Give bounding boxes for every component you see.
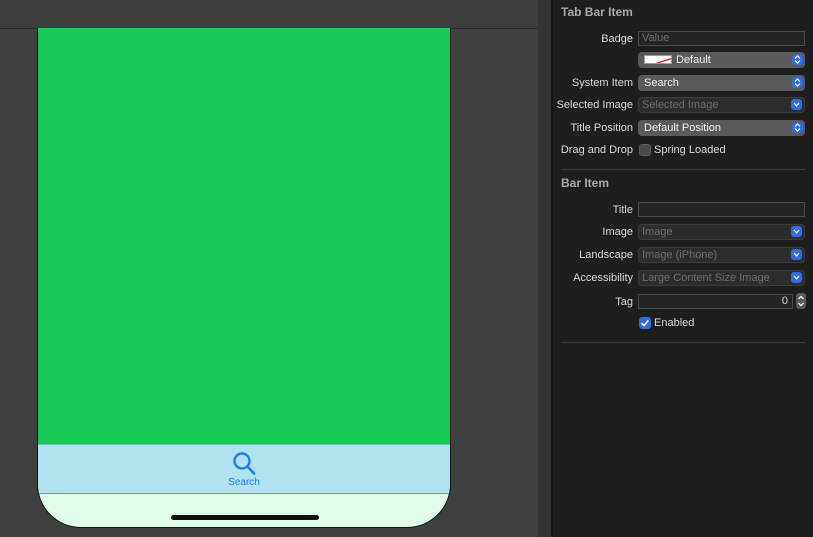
- landscape-placeholder: Image (iPhone): [642, 249, 718, 261]
- spring-loaded-checkbox[interactable]: [639, 144, 651, 156]
- enabled-label[interactable]: Enabled: [654, 317, 694, 329]
- image-placeholder: Image: [642, 226, 673, 238]
- canvas-scroll-gutter: [538, 0, 552, 537]
- system-item-popup[interactable]: Search: [638, 75, 805, 91]
- chevron-down-icon: [791, 99, 802, 110]
- badge-input[interactable]: Value: [638, 31, 805, 46]
- chevron-down-icon: [791, 226, 802, 237]
- accessibility-label: Accessibility: [573, 272, 633, 284]
- badge-label: Badge: [601, 33, 633, 45]
- tag-stepper[interactable]: [796, 293, 806, 309]
- landscape-label: Landscape: [579, 249, 633, 261]
- view-controller-background[interactable]: [38, 28, 450, 444]
- title-position-label: Title Position: [570, 122, 633, 134]
- attributes-inspector: Tab Bar Item Badge Value Default System …: [553, 0, 813, 537]
- accessibility-placeholder: Large Content Size Image: [642, 272, 770, 284]
- title-input[interactable]: [638, 202, 805, 217]
- tab-bar-item-label: Search: [228, 477, 260, 488]
- tag-input[interactable]: 0: [638, 294, 793, 309]
- tab-bar-item-search[interactable]: Search: [221, 451, 267, 493]
- selected-image-placeholder: Selected Image: [642, 99, 719, 111]
- magnifying-glass-icon: [221, 451, 267, 476]
- section-title-bar-item: Bar Item: [561, 176, 610, 190]
- chevron-down-icon: [791, 272, 802, 283]
- image-combo[interactable]: Image: [638, 224, 805, 240]
- badge-color-popup[interactable]: Default: [638, 52, 805, 68]
- system-item-label: System Item: [571, 77, 633, 89]
- canvas-top-bar: [0, 0, 538, 29]
- tag-label: Tag: [615, 296, 633, 308]
- accessibility-combo[interactable]: Large Content Size Image: [638, 270, 805, 286]
- stepper-arrows-icon: [798, 295, 804, 307]
- system-item-value: Search: [644, 77, 679, 89]
- color-swatch-icon: [644, 55, 672, 64]
- selected-image-label: Selected Image: [556, 99, 633, 111]
- home-indicator: [171, 515, 319, 520]
- title-position-value: Default Position: [644, 122, 722, 134]
- chevron-down-icon: [791, 249, 802, 260]
- section-separator: [561, 342, 805, 343]
- selected-image-combo[interactable]: Selected Image: [638, 97, 805, 113]
- popup-arrows-icon: [792, 77, 803, 88]
- popup-arrows-icon: [792, 122, 803, 133]
- enabled-checkbox[interactable]: [639, 317, 651, 329]
- iphone-scene[interactable]: Search: [37, 28, 451, 528]
- section-separator: [561, 169, 805, 170]
- section-title-tab-bar-item: Tab Bar Item: [561, 5, 633, 19]
- spring-loaded-label[interactable]: Spring Loaded: [654, 144, 726, 156]
- checkmark-icon: [641, 319, 650, 327]
- image-label: Image: [602, 226, 633, 238]
- badge-color-value: Default: [676, 54, 711, 66]
- tab-bar[interactable]: Search: [38, 444, 450, 494]
- storyboard-canvas[interactable]: Search: [0, 0, 538, 537]
- title-position-popup[interactable]: Default Position: [638, 120, 805, 136]
- drag-and-drop-label: Drag and Drop: [560, 144, 633, 156]
- popup-arrows-icon: [792, 54, 803, 65]
- landscape-combo[interactable]: Image (iPhone): [638, 247, 805, 263]
- title-label: Title: [612, 204, 633, 216]
